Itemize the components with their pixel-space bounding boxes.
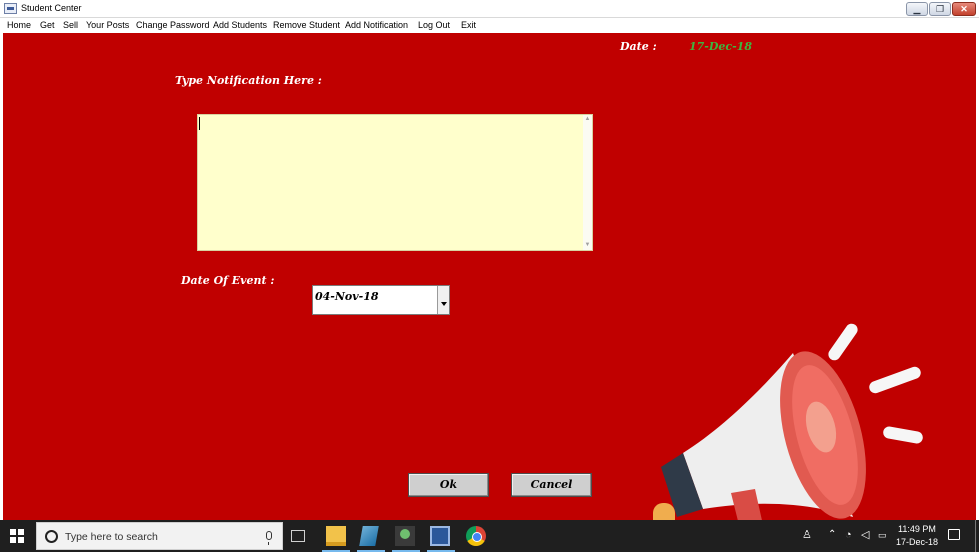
textarea-scrollbar[interactable]: ▲ ▼: [583, 115, 592, 250]
wifi-icon[interactable]: ◔: [845, 529, 852, 541]
people-app-icon[interactable]: [395, 526, 415, 546]
date-label: Date :: [620, 40, 657, 53]
notification-textarea[interactable]: ▲ ▼: [197, 114, 593, 251]
word-icon[interactable]: [430, 526, 450, 546]
window-title: Student Center: [21, 3, 82, 13]
menu-item-get[interactable]: Get: [40, 20, 55, 30]
notification-form: Date : 17-Dec-18 Type Notification Here …: [3, 33, 976, 520]
title-bar: Student Center ▁ ❐ ✕: [0, 0, 979, 18]
chrome-icon[interactable]: [466, 526, 486, 546]
chevron-down-icon[interactable]: [437, 286, 449, 314]
cancel-button[interactable]: Cancel: [511, 473, 592, 497]
taskbar: Type here to search ♙ ⌃ ◔ ◁ ▭ 11:49 PM 1…: [0, 520, 979, 552]
notification-label: Type Notification Here :: [175, 74, 322, 87]
people-icon[interactable]: ♙: [802, 529, 812, 541]
battery-icon[interactable]: ▭: [878, 529, 887, 541]
menu-item-home[interactable]: Home: [7, 20, 31, 30]
clock-time[interactable]: 11:49 PM: [898, 524, 936, 534]
restore-icon: ❐: [935, 4, 945, 14]
menu-item-log-out[interactable]: Log Out: [418, 20, 450, 30]
chevron-up-icon[interactable]: ⌃: [828, 529, 836, 541]
event-date-value: 04-Nov-18: [315, 290, 379, 303]
task-view-icon[interactable]: [291, 530, 305, 542]
menu-item-sell[interactable]: Sell: [63, 20, 78, 30]
scroll-up-icon[interactable]: ▲: [583, 115, 592, 124]
menu-bar: Home Get Sell Your Posts Change Password…: [0, 18, 979, 33]
text-caret: [199, 117, 200, 130]
microphone-icon[interactable]: [266, 531, 272, 545]
megaphone-icon: [653, 323, 923, 520]
menu-item-change-password[interactable]: Change Password: [136, 20, 210, 30]
menu-item-your-posts[interactable]: Your Posts: [86, 20, 129, 30]
current-date-value: 17-Dec-18: [689, 40, 752, 53]
windows-start-icon[interactable]: [10, 529, 24, 543]
app-icon: [4, 3, 17, 14]
menu-item-add-students[interactable]: Add Students: [213, 20, 267, 30]
menu-item-remove-student[interactable]: Remove Student: [273, 20, 340, 30]
event-date-picker[interactable]: 04-Nov-18: [312, 285, 450, 315]
menu-item-exit[interactable]: Exit: [461, 20, 476, 30]
ok-button[interactable]: Ok: [408, 473, 489, 497]
maximize-button[interactable]: ❐: [929, 2, 951, 16]
megaphone-body: [653, 351, 866, 520]
cortana-icon: [45, 530, 58, 543]
menu-item-add-notification[interactable]: Add Notification: [345, 20, 408, 30]
minimize-button[interactable]: ▁: [906, 2, 928, 16]
close-icon: ✕: [960, 4, 968, 14]
clock-date[interactable]: 17-Dec-18: [896, 537, 938, 547]
action-center-icon[interactable]: [948, 529, 960, 540]
file-explorer-icon[interactable]: [326, 526, 346, 546]
show-desktop-button[interactable]: [975, 520, 976, 552]
search-placeholder: Type here to search: [65, 531, 158, 543]
close-button[interactable]: ✕: [952, 2, 976, 16]
volume-icon[interactable]: ◁: [861, 529, 869, 541]
taskbar-search-input[interactable]: Type here to search: [36, 522, 283, 550]
scroll-down-icon[interactable]: ▼: [583, 241, 592, 250]
photos-icon[interactable]: [359, 526, 379, 546]
minimize-icon: ▁: [913, 4, 921, 14]
event-date-label: Date Of Event :: [181, 274, 275, 287]
